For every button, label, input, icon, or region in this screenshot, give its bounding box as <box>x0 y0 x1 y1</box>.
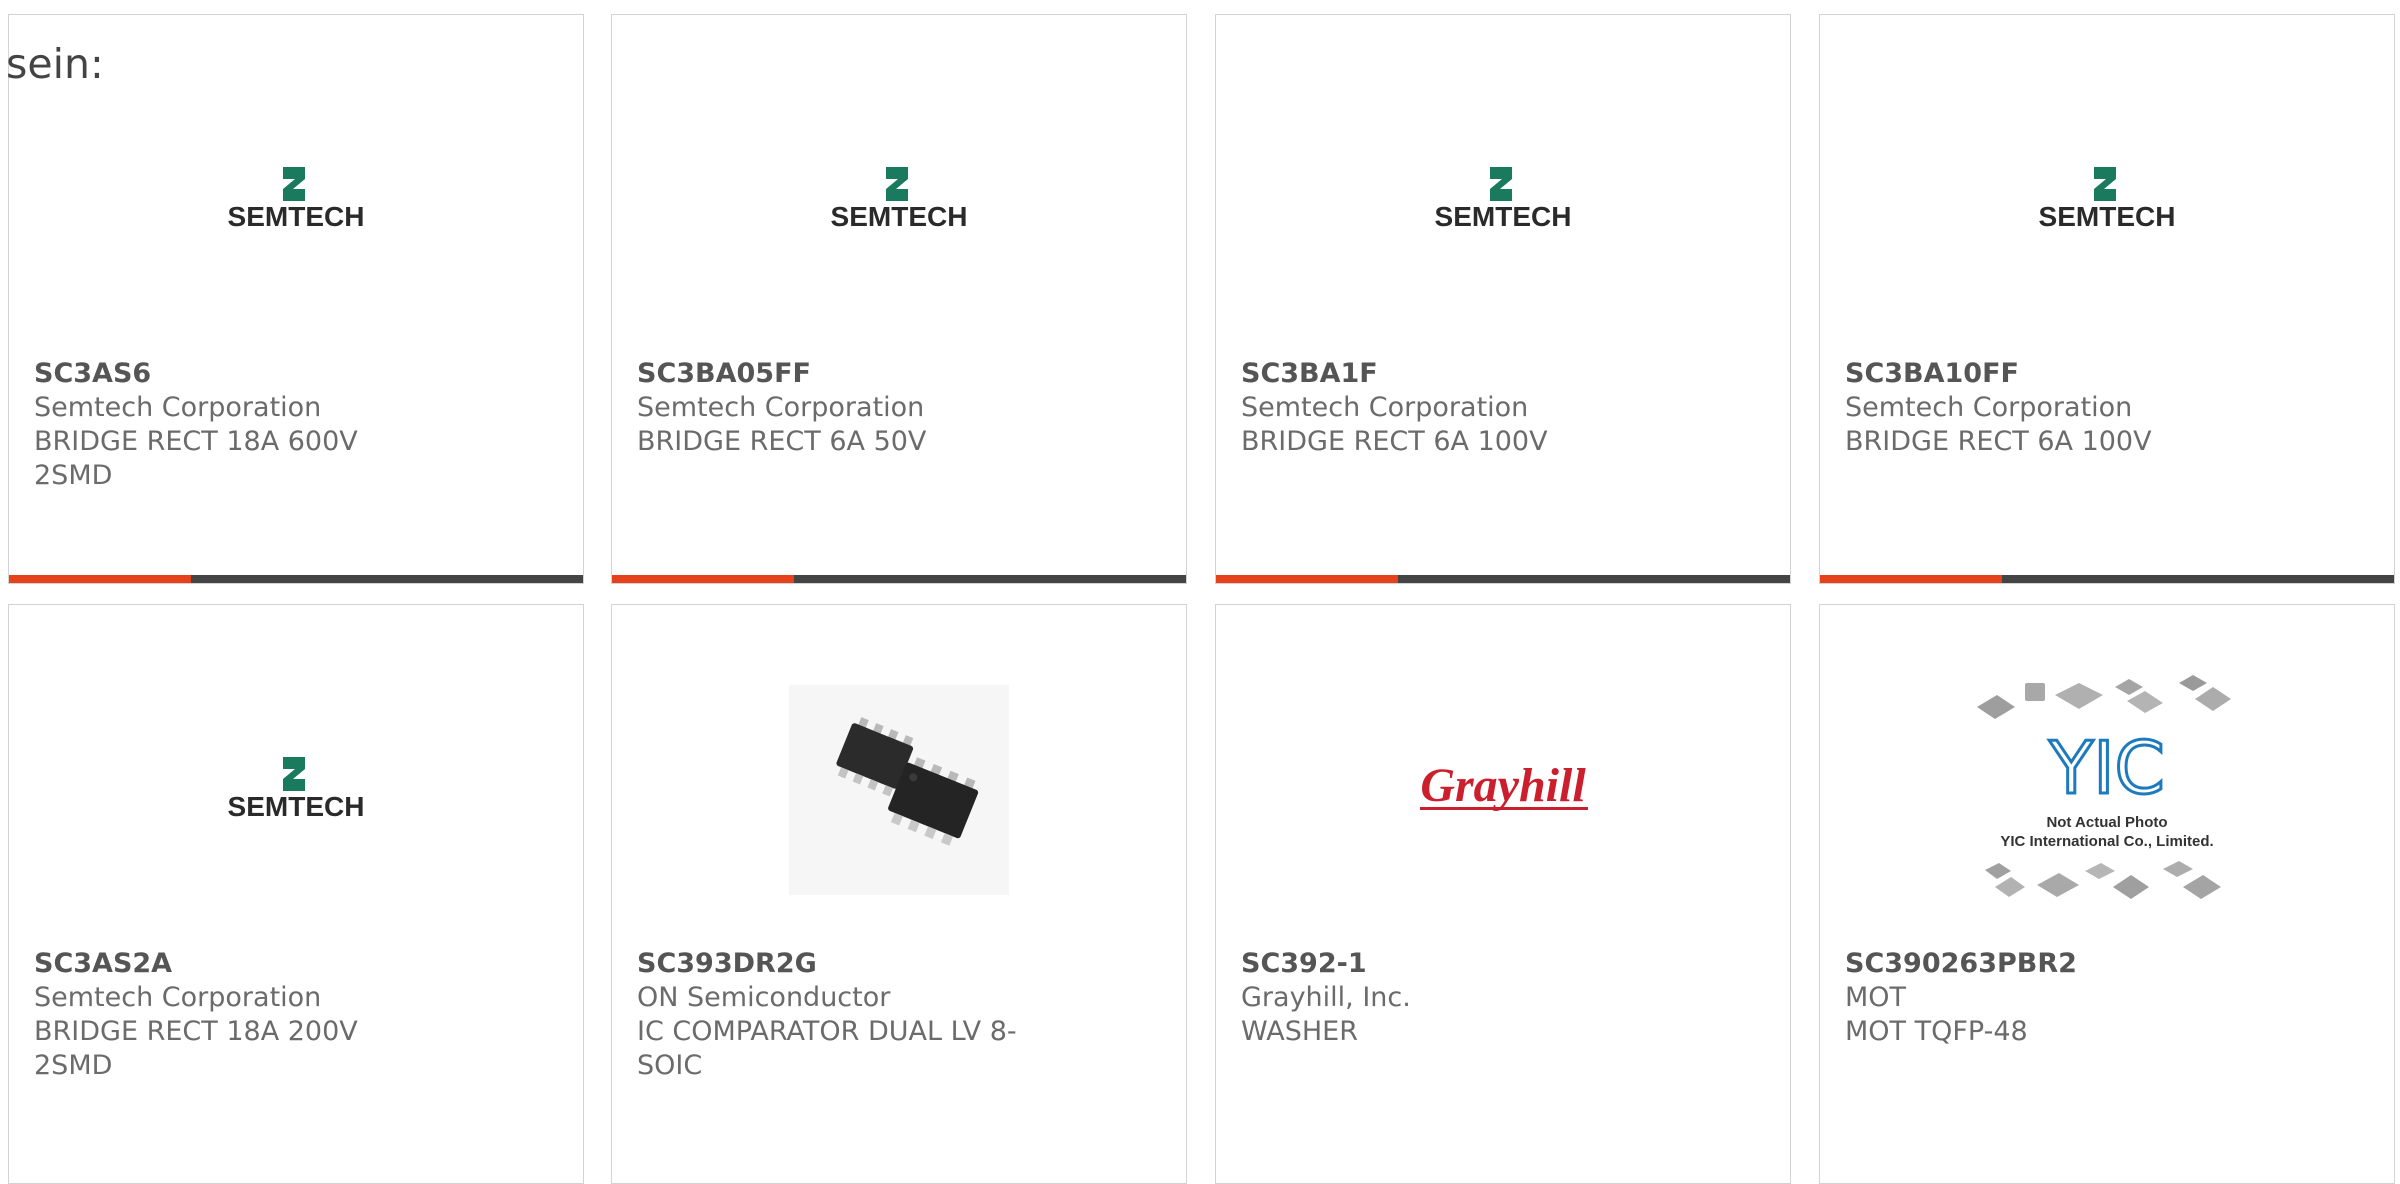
svg-text:SEMTECH: SEMTECH <box>831 201 968 232</box>
product-card[interactable]: Grayhill SC392-1 Grayhill, Inc. WASHER <box>1215 604 1791 1184</box>
product-card[interactable]: SEMTECH SC3AS6 Semtech Corporation BRIDG… <box>8 14 584 584</box>
semtech-logo: SEMTECH <box>612 65 1186 335</box>
product-card[interactable]: YIC Not Actual Photo YIC International C… <box>1819 604 2395 1184</box>
description: WASHER <box>1241 1016 1358 1047</box>
svg-text:Grayhill: Grayhill <box>1420 759 1586 812</box>
svg-text:SEMTECH: SEMTECH <box>228 791 365 822</box>
part-number[interactable]: SC3BA05FF <box>637 357 1036 391</box>
manufacturer: Semtech Corporation <box>34 392 322 423</box>
product-card[interactable]: SEMTECH SC3BA1F Semtech Corporation BRID… <box>1215 14 1791 584</box>
part-number[interactable]: SC392-1 <box>1241 947 1640 981</box>
manufacturer: ON Semiconductor <box>637 982 891 1013</box>
product-card[interactable]: SC393DR2G ON Semiconductor IC COMPARATOR… <box>611 604 1187 1184</box>
intro-text: sein: <box>6 40 104 88</box>
manufacturer: Semtech Corporation <box>34 982 322 1013</box>
grayhill-logo: Grayhill <box>1216 655 1790 925</box>
svg-text:SEMTECH: SEMTECH <box>228 201 365 232</box>
card-bar <box>1820 575 2394 583</box>
semtech-logo: SEMTECH <box>1820 65 2394 335</box>
part-number[interactable]: SC3BA10FF <box>1845 357 2244 391</box>
svg-text:SEMTECH: SEMTECH <box>2039 201 2176 232</box>
part-number[interactable]: SC3AS6 <box>34 357 433 391</box>
semtech-logo: SEMTECH <box>1216 65 1790 335</box>
card-bar <box>9 575 583 583</box>
product-card[interactable]: SEMTECH SC3AS2A Semtech Corporation BRID… <box>8 604 584 1184</box>
manufacturer: MOT <box>1845 982 1907 1013</box>
soic-chip-photo <box>612 655 1186 925</box>
manufacturer: Semtech Corporation <box>637 392 925 423</box>
part-number[interactable]: SC393DR2G <box>637 947 1036 981</box>
product-card[interactable]: SEMTECH SC3BA10FF Semtech Corporation BR… <box>1819 14 2395 584</box>
yic-placeholder: YIC Not Actual Photo YIC International C… <box>1820 655 2394 925</box>
description: MOT TQFP-48 <box>1845 1016 2028 1047</box>
description: BRIDGE RECT 6A 50V <box>637 426 927 457</box>
manufacturer: Semtech Corporation <box>1241 392 1529 423</box>
semtech-logo: SEMTECH <box>9 655 583 925</box>
card-bar <box>612 575 1186 583</box>
svg-text:YIC International Co., Limited: YIC International Co., Limited. <box>2000 833 2213 850</box>
svg-text:Not Actual Photo: Not Actual Photo <box>2046 814 2167 831</box>
part-number[interactable]: SC3BA1F <box>1241 357 1640 391</box>
product-card[interactable]: SEMTECH SC3BA05FF Semtech Corporation BR… <box>611 14 1187 584</box>
description: BRIDGE RECT 18A 200V 2SMD <box>34 1016 358 1081</box>
manufacturer: Grayhill, Inc. <box>1241 982 1411 1013</box>
manufacturer: Semtech Corporation <box>1845 392 2133 423</box>
description: BRIDGE RECT 18A 600V 2SMD <box>34 426 358 491</box>
svg-text:YIC: YIC <box>2048 726 2165 810</box>
part-number[interactable]: SC3AS2A <box>34 947 433 981</box>
card-bar <box>1216 575 1790 583</box>
semtech-logo: SEMTECH <box>9 65 583 335</box>
description: IC COMPARATOR DUAL LV 8-SOIC <box>637 1016 1017 1081</box>
svg-text:SEMTECH: SEMTECH <box>1435 201 1572 232</box>
description: BRIDGE RECT 6A 100V <box>1241 426 1548 457</box>
description: BRIDGE RECT 6A 100V <box>1845 426 2152 457</box>
part-number[interactable]: SC390263PBR2 <box>1845 947 2244 981</box>
